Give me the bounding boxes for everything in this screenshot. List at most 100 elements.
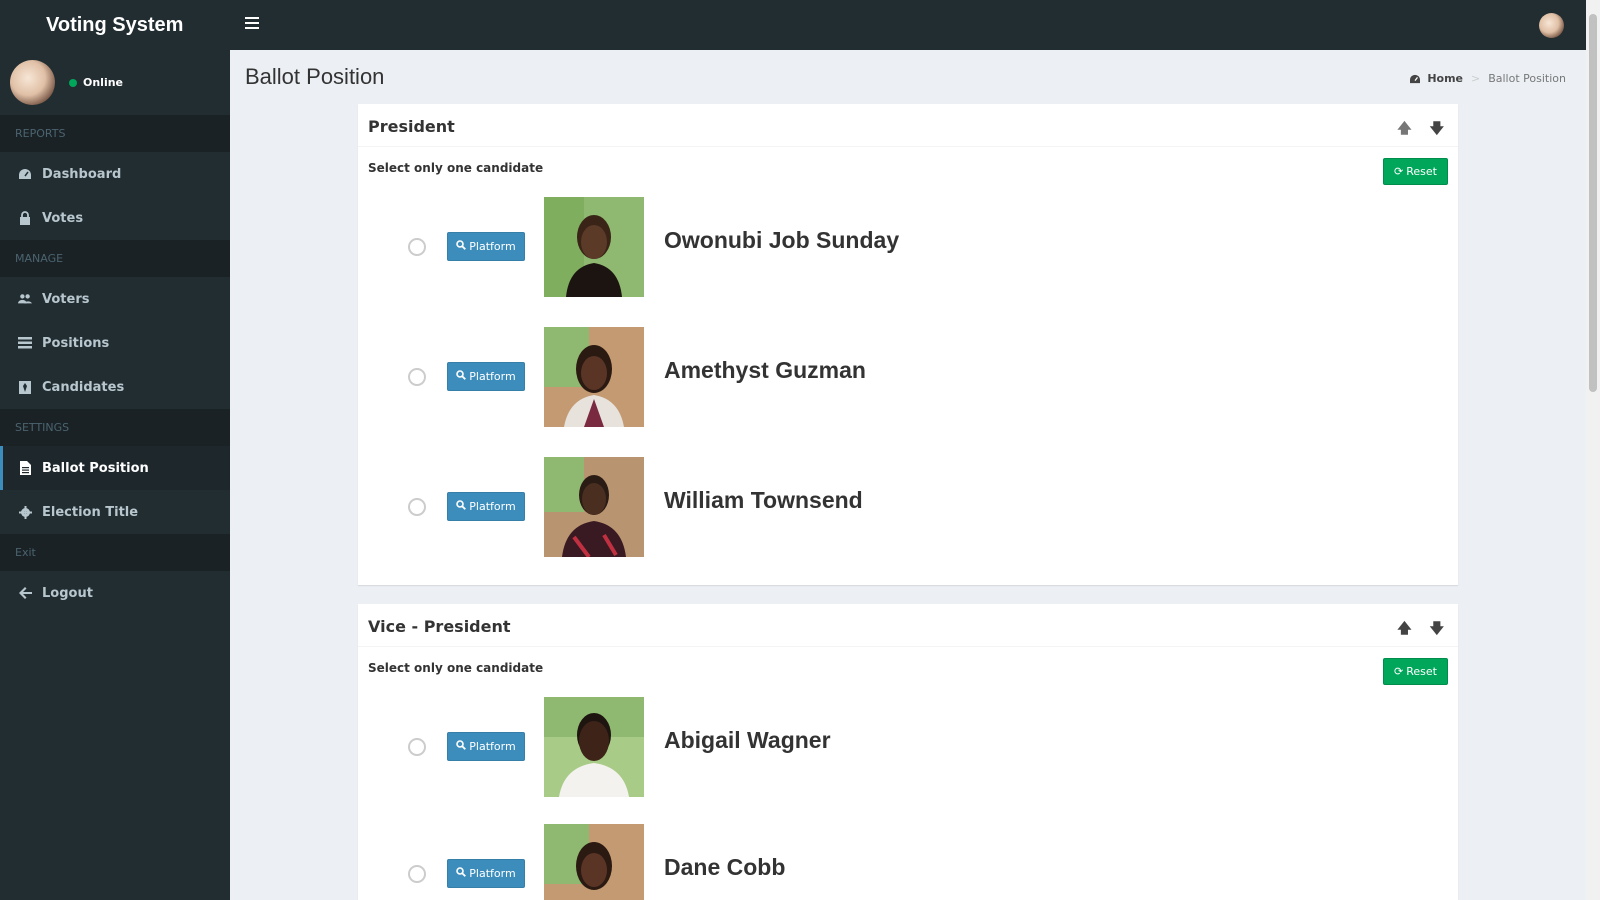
sidebar-item-candidates[interactable]: Candidates <box>0 365 230 409</box>
candidate-row: Platform Owonubi Job Sunday <box>358 197 1458 297</box>
box-header: Vice - President 🡅 🡇 <box>358 607 1458 647</box>
platform-label: Platform <box>469 867 516 880</box>
user-avatar <box>10 60 55 105</box>
position-title: Vice - President <box>368 617 511 636</box>
candidate-name: William Townsend <box>664 487 863 513</box>
sidebar-item-logout[interactable]: Logout <box>0 571 230 615</box>
breadcrumb-separator: > <box>1471 72 1481 85</box>
content-wrapper: Ballot Position Home > Ballot Position P… <box>230 50 1586 900</box>
breadcrumb-home-label: Home <box>1427 72 1463 85</box>
search-icon <box>456 740 467 753</box>
sidebar-item-label: Voters <box>42 291 90 307</box>
platform-label: Platform <box>469 240 516 253</box>
reset-label: Reset <box>1406 165 1437 178</box>
platform-button[interactable]: Platform <box>447 859 525 888</box>
platform-label: Platform <box>469 740 516 753</box>
user-panel: Online <box>0 50 230 115</box>
user-menu-avatar[interactable] <box>1539 13 1564 38</box>
section-header-settings: SETTINGS <box>0 409 230 446</box>
candidate-photo <box>544 697 644 797</box>
candidate-row: Platform William Townsend <box>358 457 1458 557</box>
sidebar-item-label: Candidates <box>42 379 125 395</box>
reset-label: Reset <box>1406 665 1437 678</box>
move-up-icon[interactable]: 🡅 <box>1397 618 1411 642</box>
candidate-photo <box>544 197 644 297</box>
search-icon <box>456 240 467 253</box>
candidate-name: Owonubi Job Sunday <box>664 227 900 253</box>
box-header: President 🡅 🡇 <box>358 107 1458 147</box>
search-icon <box>456 500 467 513</box>
breadcrumb: Home > Ballot Position <box>1409 72 1566 85</box>
candidate-radio[interactable] <box>408 368 426 386</box>
platform-button[interactable]: Platform <box>447 492 525 521</box>
online-status: Online <box>69 76 123 89</box>
tasks-icon <box>18 336 32 350</box>
position-box-vice-president: Vice - President 🡅 🡇 Select only one can… <box>358 604 1458 900</box>
candidate-name: Amethyst Guzman <box>664 357 866 383</box>
move-up-icon[interactable]: 🡅 <box>1397 118 1411 142</box>
candidate-radio[interactable] <box>408 238 426 256</box>
scrollbar-thumb[interactable] <box>1589 14 1597 392</box>
platform-button[interactable]: Platform <box>447 232 525 261</box>
candidate-radio[interactable] <box>408 498 426 516</box>
position-box-president: President 🡅 🡇 Select only one candidate … <box>358 104 1458 585</box>
platform-label: Platform <box>469 370 516 383</box>
dashboard-icon <box>18 167 32 181</box>
box-tools: 🡅 🡇 <box>1397 118 1444 142</box>
section-header-reports: REPORTS <box>0 115 230 152</box>
breadcrumb-home[interactable]: Home <box>1409 72 1463 85</box>
section-header-manage: MANAGE <box>0 240 230 277</box>
dashboard-icon <box>1410 74 1421 83</box>
candidate-row: Platform Amethyst Guzman <box>358 327 1458 427</box>
candidate-radio[interactable] <box>408 865 426 883</box>
section-header-exit: Exit <box>0 534 230 571</box>
box-tools: 🡅 🡇 <box>1397 618 1444 642</box>
move-down-icon[interactable]: 🡇 <box>1430 618 1444 642</box>
sidebar-item-election-title[interactable]: Election Title <box>0 490 230 534</box>
sidebar-toggle-icon[interactable] <box>245 17 259 31</box>
arrow-left-icon <box>18 586 32 600</box>
sidebar-item-positions[interactable]: Positions <box>0 321 230 365</box>
cog-icon <box>18 505 32 519</box>
candidate-photo <box>544 824 644 900</box>
sidebar-item-label: Dashboard <box>42 166 122 182</box>
sidebar-item-label: Votes <box>42 210 84 226</box>
users-icon <box>18 292 32 306</box>
search-icon <box>456 370 467 383</box>
move-down-icon[interactable]: 🡇 <box>1430 118 1444 142</box>
top-navbar <box>230 0 1586 50</box>
lock-icon <box>18 211 32 225</box>
reset-button[interactable]: ⟳ Reset <box>1383 158 1448 185</box>
black-tie-icon <box>18 380 32 394</box>
candidate-photo <box>544 327 644 427</box>
candidate-radio[interactable] <box>408 738 426 756</box>
sidebar-item-ballot-position[interactable]: Ballot Position <box>0 446 230 490</box>
candidate-name: Abigail Wagner <box>664 727 831 753</box>
sidebar-item-label: Positions <box>42 335 110 351</box>
refresh-icon: ⟳ <box>1394 665 1404 678</box>
breadcrumb-current: Ballot Position <box>1488 72 1566 85</box>
sidebar-item-voters[interactable]: Voters <box>0 277 230 321</box>
sidebar-item-label: Ballot Position <box>42 460 149 476</box>
online-status-label: Online <box>83 76 124 89</box>
file-text-icon <box>18 461 32 475</box>
candidate-photo <box>544 457 644 557</box>
platform-button[interactable]: Platform <box>447 732 525 761</box>
app-logo[interactable]: Voting System <box>0 0 230 50</box>
candidate-name: Dane Cobb <box>664 854 786 880</box>
page-scrollbar[interactable] <box>1586 0 1600 900</box>
sidebar-item-label: Logout <box>42 585 93 601</box>
reset-button[interactable]: ⟳ Reset <box>1383 658 1448 685</box>
instruction-text: Select only one candidate <box>368 161 544 175</box>
platform-button[interactable]: Platform <box>447 362 525 391</box>
candidate-row: Platform Abigail Wagner <box>358 697 1458 797</box>
sidebar-item-dashboard[interactable]: Dashboard <box>0 152 230 196</box>
candidate-row: Platform Dane Cobb <box>358 824 1458 900</box>
sidebar-item-label: Election Title <box>42 504 139 520</box>
page-title: Ballot Position <box>245 64 385 89</box>
sidebar-item-votes[interactable]: Votes <box>0 196 230 240</box>
online-indicator-icon <box>69 78 77 87</box>
position-title: President <box>368 117 455 136</box>
search-icon <box>456 867 467 880</box>
sidebar: Voting System Online REPORTS Dashboard V… <box>0 0 230 900</box>
